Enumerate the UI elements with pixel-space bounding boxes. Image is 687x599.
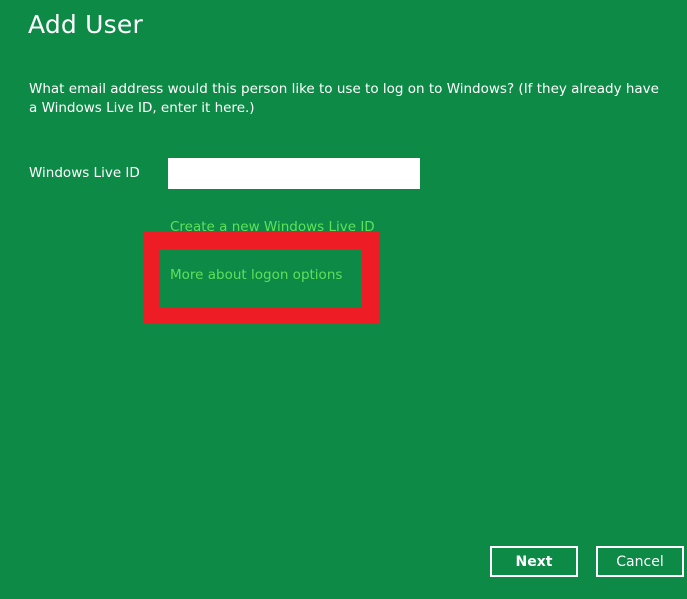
more-about-logon-options-link[interactable]: More about logon options [170,267,342,283]
instruction-text: What email address would this person lik… [29,81,659,116]
windows-live-id-label: Windows Live ID [29,165,140,181]
cancel-button[interactable]: Cancel [596,546,684,577]
next-button[interactable]: Next [490,546,578,577]
windows-live-id-input[interactable] [168,158,420,189]
page-title: Add User [28,10,143,39]
